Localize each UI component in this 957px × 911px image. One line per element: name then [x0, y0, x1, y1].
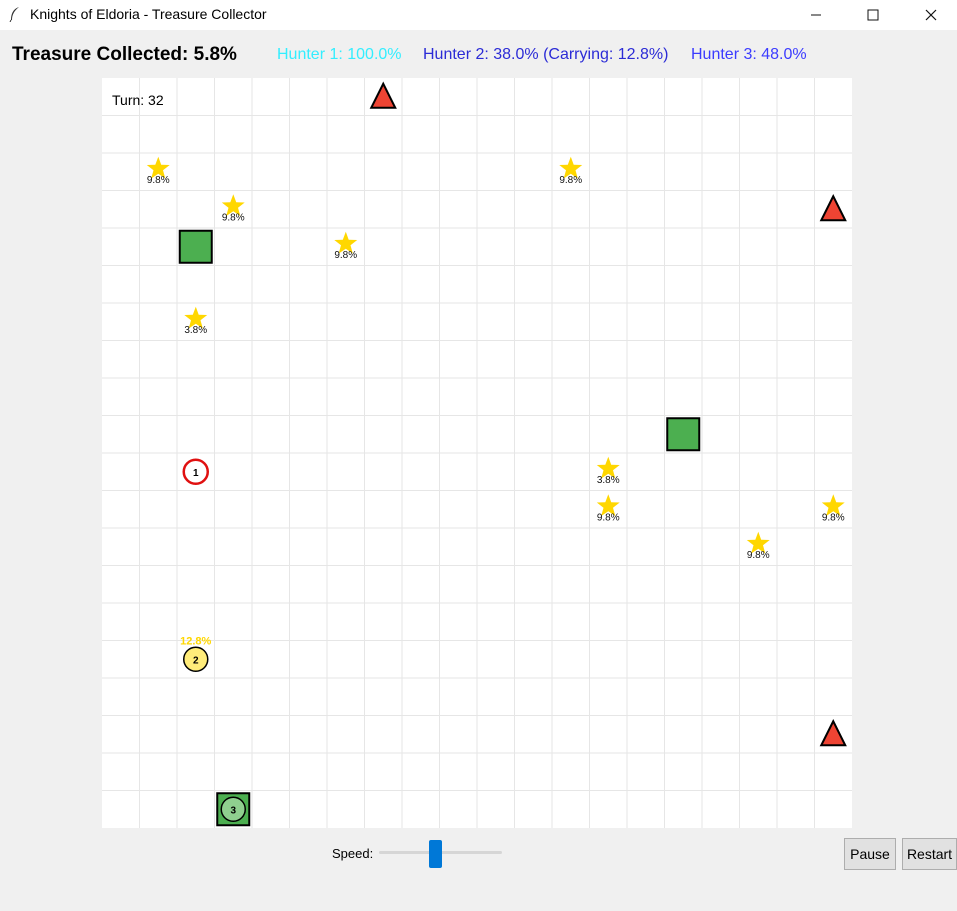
close-button[interactable] [908, 0, 954, 30]
pause-button[interactable]: Pause [844, 838, 896, 870]
hideout [666, 417, 701, 452]
hunter-label: 3 [230, 805, 236, 816]
maximize-button[interactable] [850, 0, 896, 30]
feather-icon [9, 7, 19, 22]
garrison-icon [369, 81, 397, 109]
close-icon [925, 9, 937, 21]
treasure-label: 9.8% [597, 512, 620, 523]
hideout [178, 229, 213, 264]
hunter-label: 1 [193, 468, 199, 479]
treasure-label: 9.8% [222, 212, 245, 223]
treasure-label: 3.8% [184, 325, 207, 336]
title-bar: Knights of Eldoria - Treasure Collector [0, 0, 957, 30]
window-title: Knights of Eldoria - Treasure Collector [30, 6, 267, 22]
game-board[interactable]: 9.8% 9.8% 9.8% 9.8% 3.8% 3.8% 9.8% 9.8% 9.8% 1 2 12… [102, 78, 852, 828]
hunter-carry-label: 12.8% [180, 635, 211, 647]
speed-slider-thumb[interactable] [428, 840, 442, 868]
maximize-icon [867, 9, 879, 21]
hunter1-status: Hunter 1: 100.0% [277, 46, 402, 63]
status-bar: Treasure Collected: 5.8% Hunter 1: 100.0… [0, 44, 957, 68]
treasure-collected-text: Treasure Collected: 5.8% [12, 44, 237, 65]
speed-label: Speed: [332, 846, 374, 861]
treasure-label: 9.8% [822, 512, 845, 523]
restart-button[interactable]: Restart [902, 838, 957, 870]
treasure-label: 9.8% [147, 175, 170, 186]
hunter2-status: Hunter 2: 38.0% (Carrying: 12.8%) [423, 46, 669, 63]
board-canvas: 9.8% 9.8% 9.8% 9.8% 3.8% 3.8% 9.8% 9.8% 9.8% 1 2 12… [102, 78, 852, 828]
hunter3-status: Hunter 3: 48.0% [691, 46, 807, 63]
treasure-label: 3.8% [597, 475, 620, 486]
garrison-icon [819, 194, 847, 222]
minimize-icon [811, 14, 821, 16]
minimize-button[interactable] [793, 0, 839, 30]
treasure-label: 9.8% [334, 250, 357, 261]
treasure-label: 9.8% [747, 550, 770, 561]
turn-counter: Turn: 32 [112, 92, 164, 108]
hunter-label: 2 [193, 655, 199, 666]
treasure-label: 9.8% [559, 175, 582, 186]
garrison-icon [819, 719, 847, 747]
